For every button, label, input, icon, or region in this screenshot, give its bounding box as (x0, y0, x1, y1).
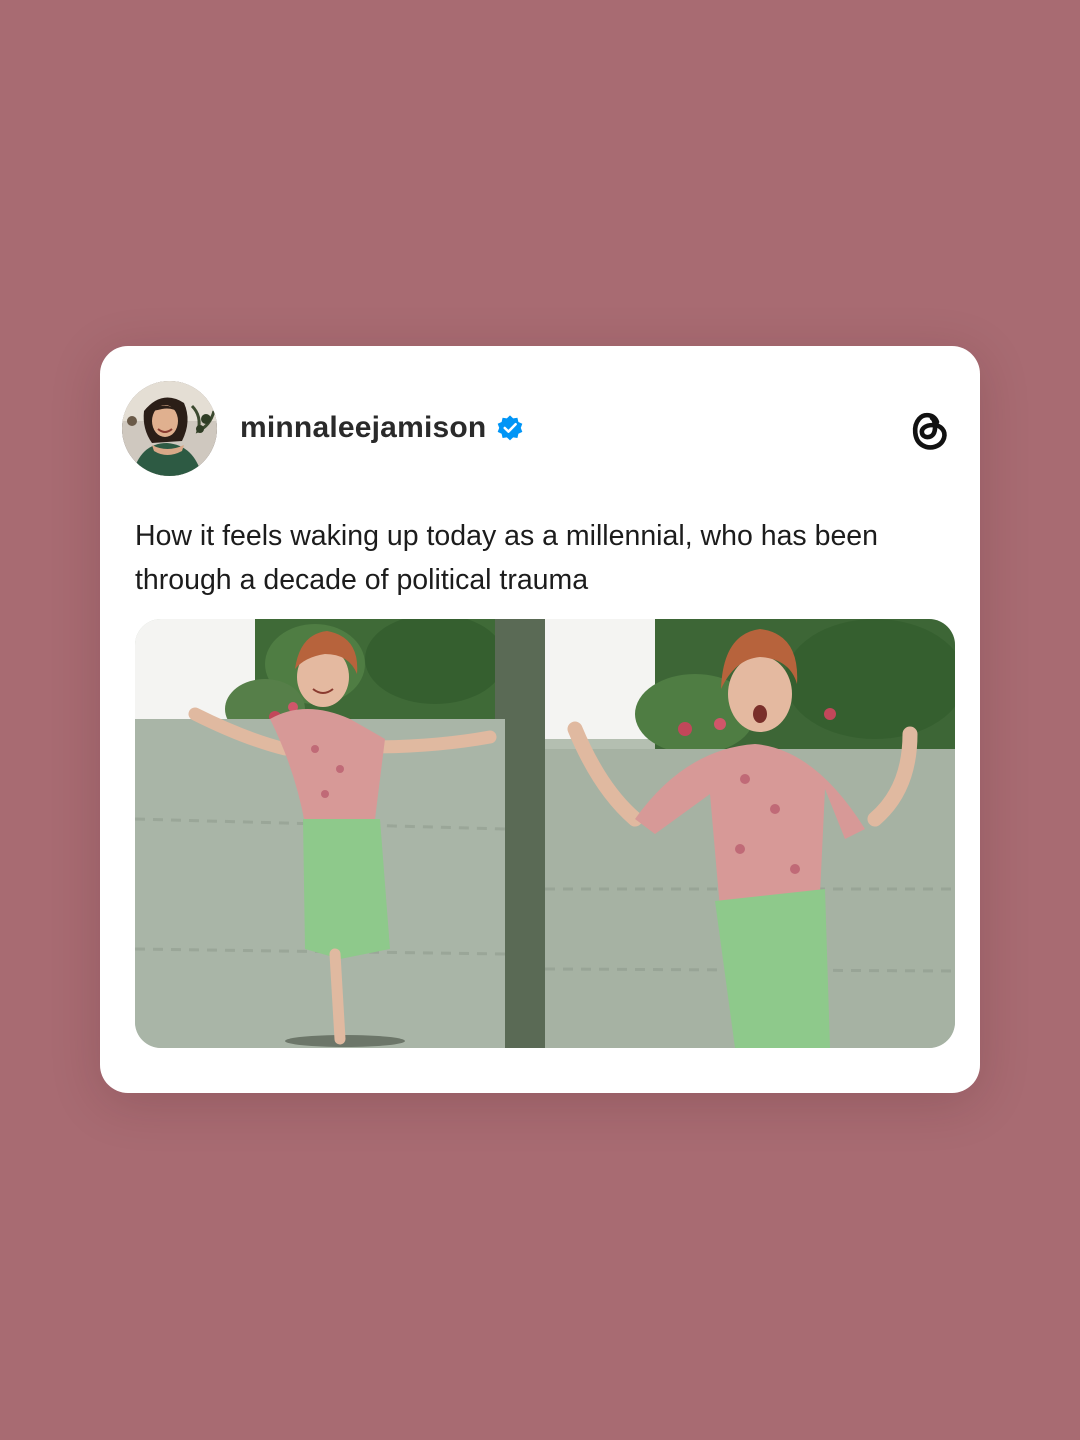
threads-logo-icon[interactable] (904, 404, 950, 454)
post-text: How it feels waking up today as a millen… (135, 520, 879, 596)
avatar[interactable] (122, 381, 217, 476)
media-image-right[interactable] (545, 619, 955, 1048)
username[interactable]: minnaleejamison (240, 411, 486, 445)
post-media[interactable] (135, 619, 955, 1048)
media-image-left[interactable] (135, 619, 545, 1048)
post-card[interactable]: minnaleejamison How it feels waking up t… (100, 346, 980, 1093)
verified-badge-icon (498, 415, 523, 441)
author-row: minnaleejamison (240, 408, 524, 448)
